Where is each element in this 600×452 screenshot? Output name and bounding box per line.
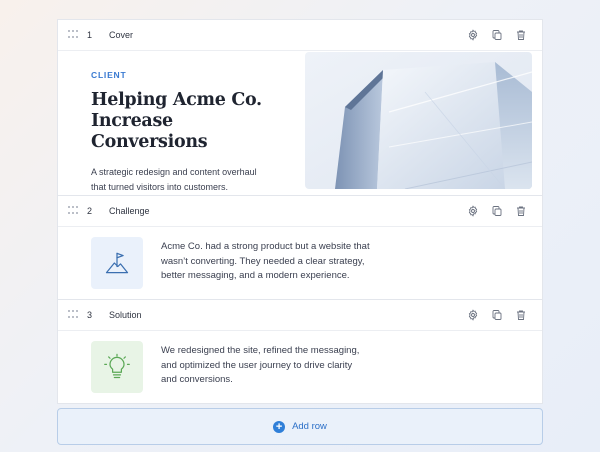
block-number: 2 (87, 206, 93, 216)
text-line: and optimized the user journey to drive … (161, 359, 353, 371)
description-line: A strategic redesign and content overhau… (91, 167, 257, 177)
drag-handle-icon[interactable] (68, 206, 78, 216)
gear-icon[interactable] (465, 204, 480, 219)
block-actions (465, 204, 542, 219)
block-title: Cover (109, 30, 134, 40)
trash-icon[interactable] (513, 28, 528, 43)
text-line: We redesigned the site, refined the mess… (161, 345, 360, 356)
text-line: wasn’t converting. They needed a clear s… (161, 255, 365, 267)
block-title: Challenge (109, 206, 150, 216)
duplicate-icon[interactable] (489, 28, 504, 43)
trash-icon[interactable] (513, 308, 528, 323)
description-line: that turned visitors into customers. (91, 182, 229, 192)
duplicate-icon[interactable] (489, 204, 504, 219)
cover-content: CLIENT Helping Acme Co. Increase Convers… (58, 51, 542, 195)
block-number: 3 (87, 310, 93, 320)
flag-mountain-icon (105, 252, 129, 274)
builder-canvas: 1 Cover CLIENT Helping Acme Co. Increase… (57, 19, 543, 445)
duplicate-icon[interactable] (489, 308, 504, 323)
solution-content: We redesigned the site, refined the mess… (58, 331, 542, 403)
solution-tile[interactable] (91, 341, 143, 393)
block-title: Solution (109, 310, 142, 320)
block-challenge: 2 Challenge Acme Co. had a strong produc… (57, 196, 543, 300)
challenge-tile[interactable] (91, 237, 143, 289)
cover-headline[interactable]: Helping Acme Co. Increase Conversions (91, 90, 291, 153)
challenge-content: Acme Co. had a strong product but a webs… (58, 227, 542, 299)
block-header: 3 Solution (58, 300, 542, 331)
block-number: 1 (87, 30, 93, 40)
lightbulb-icon (104, 353, 130, 379)
block-header: 2 Challenge (58, 196, 542, 227)
gear-icon[interactable] (465, 308, 480, 323)
trash-icon[interactable] (513, 204, 528, 219)
eyebrow-label: CLIENT (91, 70, 127, 80)
add-row-label: Add row (292, 421, 327, 432)
solution-text[interactable]: We redesigned the site, refined the mess… (161, 344, 391, 388)
text-line: Acme Co. had a strong product but a webs… (161, 241, 370, 252)
text-line: and conversions. (161, 374, 233, 385)
add-row-button[interactable]: + Add row (57, 408, 543, 445)
headline-line: Helping Acme Co. (91, 90, 262, 110)
block-actions (465, 28, 542, 43)
headline-line: Increase Conversions (91, 111, 208, 152)
challenge-text[interactable]: Acme Co. had a strong product but a webs… (161, 240, 391, 284)
cover-image[interactable] (305, 52, 532, 189)
drag-handle-icon[interactable] (68, 310, 78, 320)
block-actions (465, 308, 542, 323)
gear-icon[interactable] (465, 28, 480, 43)
text-line: better messaging, and a modern experienc… (161, 270, 350, 281)
block-solution: 3 Solution We redesigned the site, refin… (57, 300, 543, 404)
plus-circle-icon: + (273, 420, 286, 433)
cover-description[interactable]: A strategic redesign and content overhau… (91, 165, 291, 195)
drag-handle-icon[interactable] (68, 30, 78, 40)
block-header: 1 Cover (58, 20, 542, 51)
cover-text: CLIENT Helping Acme Co. Increase Convers… (91, 70, 291, 195)
block-cover: 1 Cover CLIENT Helping Acme Co. Increase… (57, 19, 543, 196)
